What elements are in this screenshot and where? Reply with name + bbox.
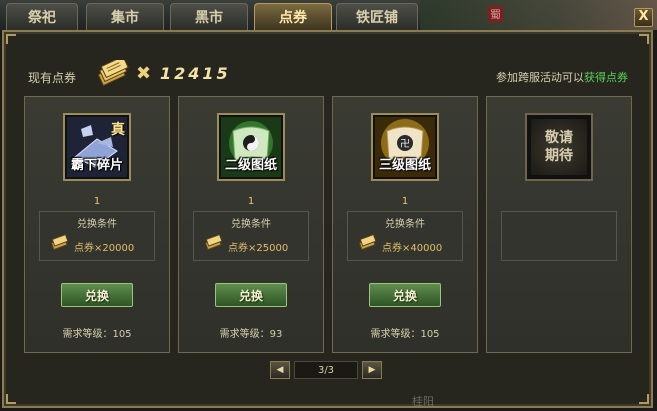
coupon-count: 12415 [160,64,231,83]
empty-condition-box [501,211,617,261]
coming-soon-card: 敬请 期待 [486,96,632,353]
tab-bar: 蜀 祭祀 集市 黑市 点券 铁匠铺 X [0,0,657,30]
condition-cost: 点券×20000 [74,243,135,254]
condition-cost: 点券×25000 [228,243,289,254]
corner-decoration [6,394,16,404]
svg-text:卍: 卍 [400,138,410,150]
exchange-condition-box: 兑换条件 点券×40000 [347,211,463,261]
city-label: 桂阳 [412,395,434,408]
exchange-condition-box: 兑换条件 点券×20000 [39,211,155,261]
prev-page-button[interactable]: ◀ [270,361,290,379]
multiply-icon: ✖ [136,63,152,84]
promo-message: 参加跨服活动可以 [496,71,584,84]
current-coupons-label: 现有点券 [28,71,77,85]
coupon-ticket-icon [97,60,129,87]
item-quantity: 1 [247,196,255,207]
redeem-button[interactable]: 兑换 [215,283,287,307]
condition-title: 兑换条件 [385,219,425,230]
item-slot[interactable]: 二级图纸 [217,113,285,181]
item-caption: 二级图纸 [224,158,277,173]
corner-decoration [6,34,16,44]
tab-blacksmith[interactable]: 铁匠铺 [336,3,418,30]
item-slot[interactable]: 真 霸下碎片 [63,113,131,181]
map-tag: 蜀 [488,6,503,22]
required-level: 需求等级：93 [219,329,283,340]
item-slot[interactable]: 卍 三级图纸 [371,113,439,181]
exchange-card: 真 霸下碎片 1 兑换条件 点券×20000 兑换 需求等级：105 [24,96,170,353]
exchange-card: 二级图纸 1 兑换条件 点券×25000 兑换 需求等级：93 [178,96,324,353]
coupon-icon [50,234,69,251]
exchange-condition-box: 兑换条件 点券×25000 [193,211,309,261]
close-button[interactable]: X [634,8,653,27]
coupon-icon [358,234,377,251]
required-level: 需求等级：105 [62,329,132,340]
next-page-button[interactable]: ▶ [362,361,382,379]
coming-soon-label: 敬请 期待 [531,119,587,175]
coupon-header: 现有点券 ✖ 12415 参加跨服活动可以获得点券 [22,60,634,90]
redeem-button[interactable]: 兑换 [369,283,441,307]
required-level: 需求等级：105 [370,329,440,340]
tab-sacrifice[interactable]: 祭祀 [6,3,78,30]
page-indicator: 3/3 [294,361,358,379]
condition-title: 兑换条件 [77,219,117,230]
item-tag: 真 [111,122,125,138]
condition-cost: 点券×40000 [382,243,443,254]
corner-decoration [639,34,649,44]
map-background: 蜀 [420,0,657,30]
item-quantity: 1 [93,196,101,207]
coupon-icon [204,234,223,251]
tab-coupons[interactable]: 点券 [254,3,332,30]
coming-soon-slot: 敬请 期待 [525,113,593,181]
tab-market[interactable]: 集市 [86,3,164,30]
redeem-button[interactable]: 兑换 [61,283,133,307]
tab-black-market[interactable]: 黑市 [170,3,248,30]
item-caption: 霸下碎片 [70,158,123,173]
exchange-card: 卍 三级图纸 1 兑换条件 点券×40000 兑换 需求等级：105 [332,96,478,353]
item-caption: 三级图纸 [378,158,431,173]
condition-title: 兑换条件 [231,219,271,230]
item-quantity: 1 [401,196,409,207]
corner-decoration [639,394,649,404]
promo-text: 参加跨服活动可以获得点券 [496,69,628,85]
get-coupons-link[interactable]: 获得点券 [584,71,628,84]
pagination: ◀ 3/3 ▶ [270,361,382,379]
